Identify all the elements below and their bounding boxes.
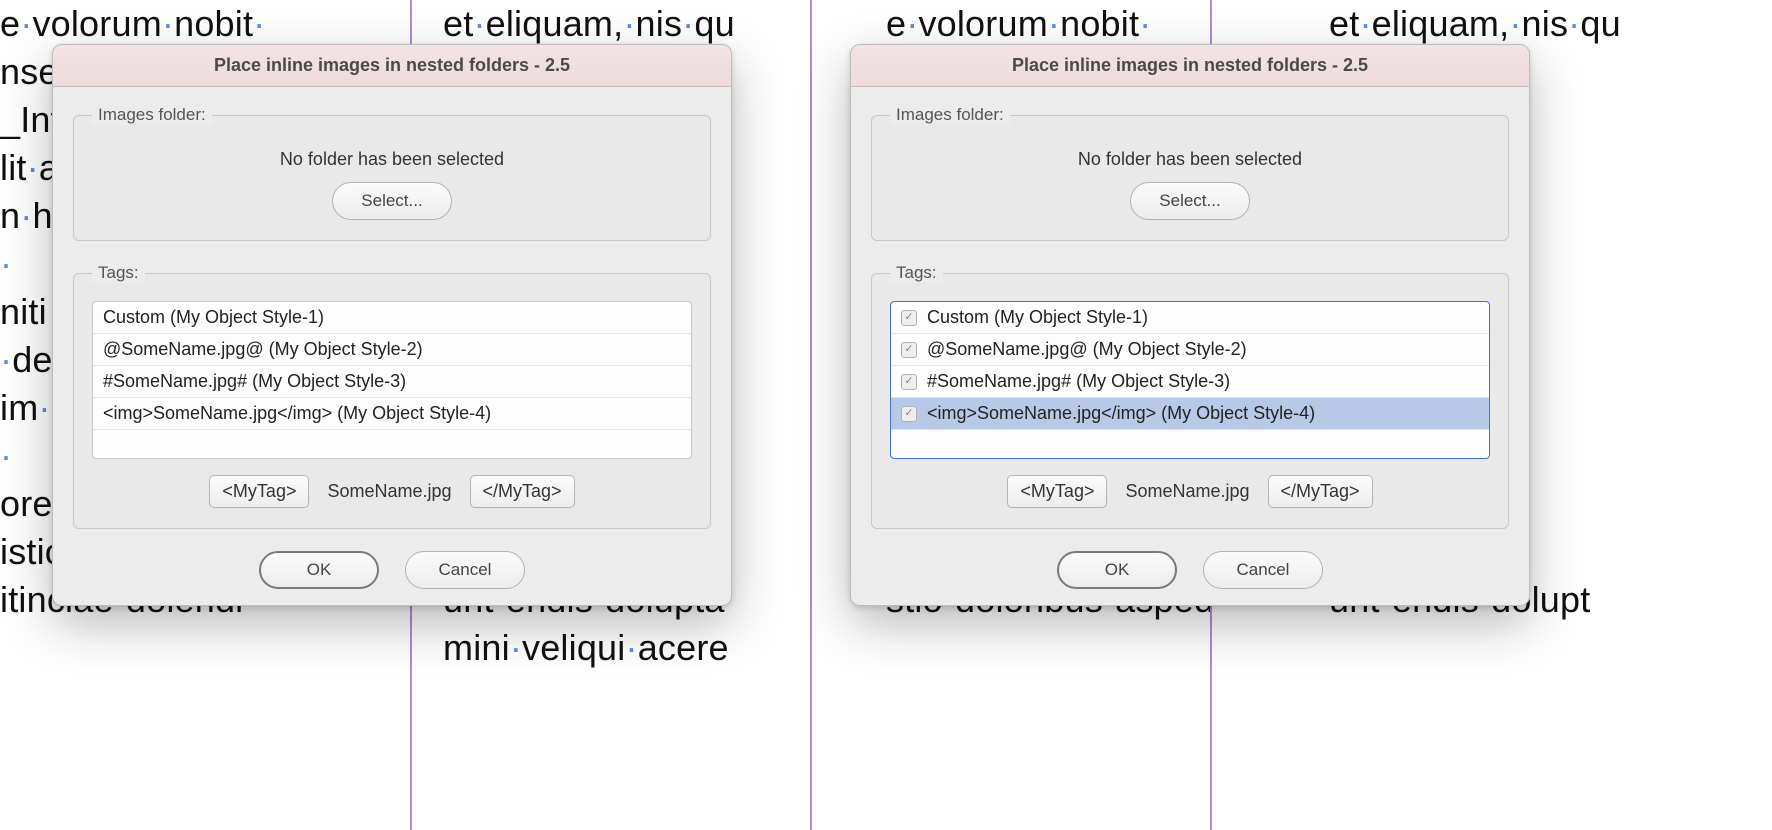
list-item[interactable]: Custom (My Object Style-1) [891, 302, 1489, 334]
checkbox-icon[interactable] [901, 342, 917, 358]
images-folder-legend: Images folder: [92, 105, 212, 125]
checkbox-icon[interactable] [901, 374, 917, 390]
dialog-title: Place inline images in nested folders - … [851, 45, 1529, 87]
place-images-dialog: Place inline images in nested folders - … [52, 44, 732, 606]
folder-status-text: No folder has been selected [890, 149, 1490, 170]
list-item[interactable]: #SomeName.jpg# (My Object Style-3) [93, 366, 691, 398]
tag-example-row: <MyTag> SomeName.jpg </MyTag> [92, 475, 692, 508]
close-tag-chip[interactable]: </MyTag> [1268, 475, 1373, 508]
dialog-button-row: OK Cancel [871, 551, 1509, 589]
images-folder-group: Images folder: No folder has been select… [871, 105, 1509, 241]
tags-legend: Tags: [890, 263, 943, 283]
list-item[interactable] [891, 430, 1489, 458]
place-images-dialog: Place inline images in nested folders - … [850, 44, 1530, 606]
list-item[interactable]: #SomeName.jpg# (My Object Style-3) [891, 366, 1489, 398]
ok-button[interactable]: OK [259, 551, 379, 589]
list-item[interactable]: <img>SomeName.jpg</img> (My Object Style… [891, 398, 1489, 430]
tag-example-row: <MyTag> SomeName.jpg </MyTag> [890, 475, 1490, 508]
open-tag-chip[interactable]: <MyTag> [209, 475, 309, 508]
list-item[interactable]: Custom (My Object Style-1) [93, 302, 691, 334]
cancel-button[interactable]: Cancel [1203, 551, 1323, 589]
text-frame-edge [810, 0, 812, 830]
close-tag-chip[interactable]: </MyTag> [470, 475, 575, 508]
cancel-button[interactable]: Cancel [405, 551, 525, 589]
dialog-button-row: OK Cancel [73, 551, 711, 589]
open-tag-chip[interactable]: <MyTag> [1007, 475, 1107, 508]
images-folder-group: Images folder: No folder has been select… [73, 105, 711, 241]
tag-example-filename: SomeName.jpg [327, 481, 451, 502]
select-folder-button[interactable]: Select... [332, 182, 452, 220]
checkbox-icon[interactable] [901, 406, 917, 422]
dialog-title: Place inline images in nested folders - … [53, 45, 731, 87]
ok-button[interactable]: OK [1057, 551, 1177, 589]
list-item[interactable]: @SomeName.jpg@ (My Object Style-2) [891, 334, 1489, 366]
tag-example-filename: SomeName.jpg [1125, 481, 1249, 502]
tags-listbox[interactable]: Custom (My Object Style-1) @SomeName.jpg… [890, 301, 1490, 459]
list-item[interactable] [93, 430, 691, 458]
tags-group: Tags: Custom (My Object Style-1) @SomeNa… [871, 263, 1509, 529]
select-folder-button[interactable]: Select... [1130, 182, 1250, 220]
checkbox-icon[interactable] [901, 310, 917, 326]
folder-status-text: No folder has been selected [92, 149, 692, 170]
images-folder-legend: Images folder: [890, 105, 1010, 125]
list-item[interactable]: <img>SomeName.jpg</img> (My Object Style… [93, 398, 691, 430]
tags-listbox[interactable]: Custom (My Object Style-1) @SomeName.jpg… [92, 301, 692, 459]
tags-group: Tags: Custom (My Object Style-1) @SomeNa… [73, 263, 711, 529]
tags-legend: Tags: [92, 263, 145, 283]
list-item[interactable]: @SomeName.jpg@ (My Object Style-2) [93, 334, 691, 366]
